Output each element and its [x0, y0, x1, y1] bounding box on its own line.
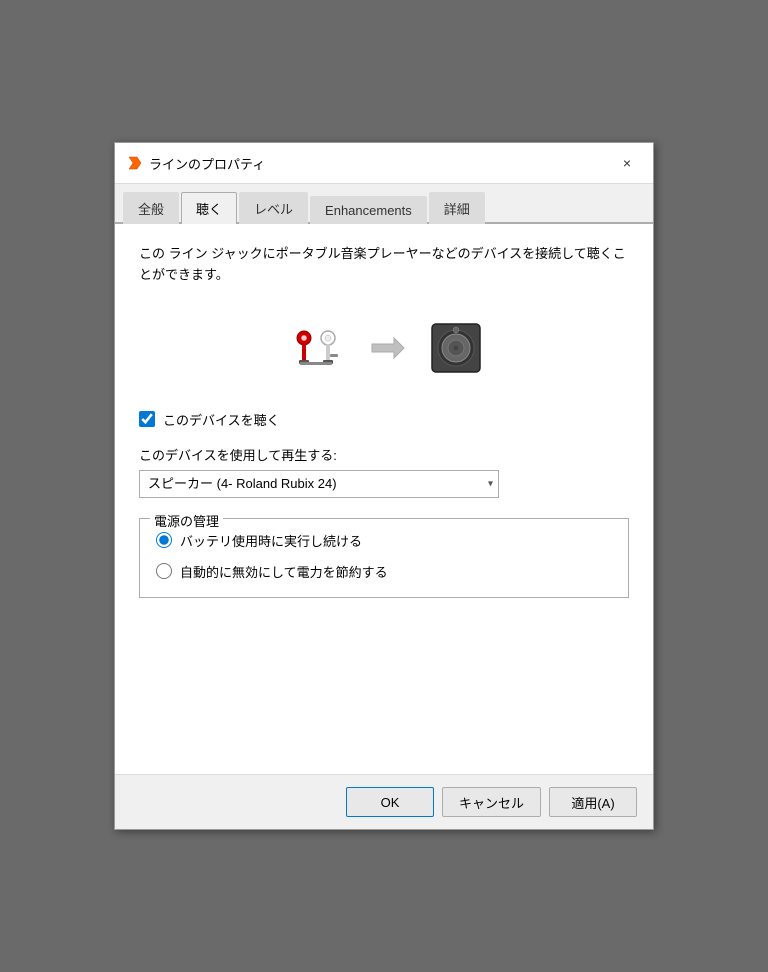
tab-general[interactable]: 全般 [123, 192, 179, 224]
title-bar: ラインのプロパティ × [115, 143, 653, 184]
power-group-legend: 電源の管理 [150, 511, 223, 530]
playback-dropdown[interactable]: スピーカー (4- Roland Rubix 24) [139, 470, 499, 498]
diagram-area [139, 316, 629, 380]
battery-radio[interactable] [156, 532, 172, 548]
listen-checkbox-row: このデバイスを聴く [139, 410, 629, 429]
dialog-window: ラインのプロパティ × 全般 聴く レベル Enhancements 詳細 この… [114, 142, 654, 830]
speaker-icon [428, 320, 484, 376]
tabs-bar: 全般 聴く レベル Enhancements 詳細 [115, 184, 653, 224]
playback-dropdown-container: スピーカー (4- Roland Rubix 24) ▾ [139, 470, 499, 498]
dialog-title: ラインのプロパティ [149, 154, 265, 173]
battery-radio-row: バッテリ使用時に実行し続ける [156, 531, 612, 550]
auto-radio[interactable] [156, 563, 172, 579]
listen-checkbox[interactable] [139, 411, 155, 427]
tab-level[interactable]: レベル [239, 192, 308, 224]
dropdown-wrapper: スピーカー (4- Roland Rubix 24) ▾ [139, 470, 629, 498]
tab-listen[interactable]: 聴く [181, 192, 237, 224]
dialog-footer: OK キャンセル 適用(A) [115, 774, 653, 829]
close-button[interactable]: × [613, 151, 641, 175]
cancel-button[interactable]: キャンセル [442, 787, 541, 817]
tab-details[interactable]: 詳細 [429, 192, 485, 224]
description-text: この ライン ジャックにポータブル音楽プレーヤーなどのデバイスを接続して聴くこと… [139, 244, 629, 286]
ok-button[interactable]: OK [346, 787, 434, 817]
title-icon [127, 155, 143, 171]
cable-icon [284, 316, 348, 380]
auto-radio-row: 自動的に無効にして電力を節約する [156, 562, 612, 581]
power-management-group: 電源の管理 バッテリ使用時に実行し続ける 自動的に無効にして電力を節約する [139, 518, 629, 598]
arrow-icon [368, 328, 408, 368]
tab-enhancements[interactable]: Enhancements [310, 196, 427, 224]
backdrop: ラインのプロパティ × 全般 聴く レベル Enhancements 詳細 この… [0, 0, 768, 972]
battery-radio-label[interactable]: バッテリ使用時に実行し続ける [180, 531, 362, 550]
title-bar-left: ラインのプロパティ [127, 154, 265, 173]
apply-button[interactable]: 適用(A) [549, 787, 637, 817]
dialog-body: この ライン ジャックにポータブル音楽プレーヤーなどのデバイスを接続して聴くこと… [115, 224, 653, 774]
playback-label: このデバイスを使用して再生する: [139, 445, 629, 464]
auto-radio-label[interactable]: 自動的に無効にして電力を節約する [180, 562, 388, 581]
listen-checkbox-label[interactable]: このデバイスを聴く [163, 410, 280, 429]
